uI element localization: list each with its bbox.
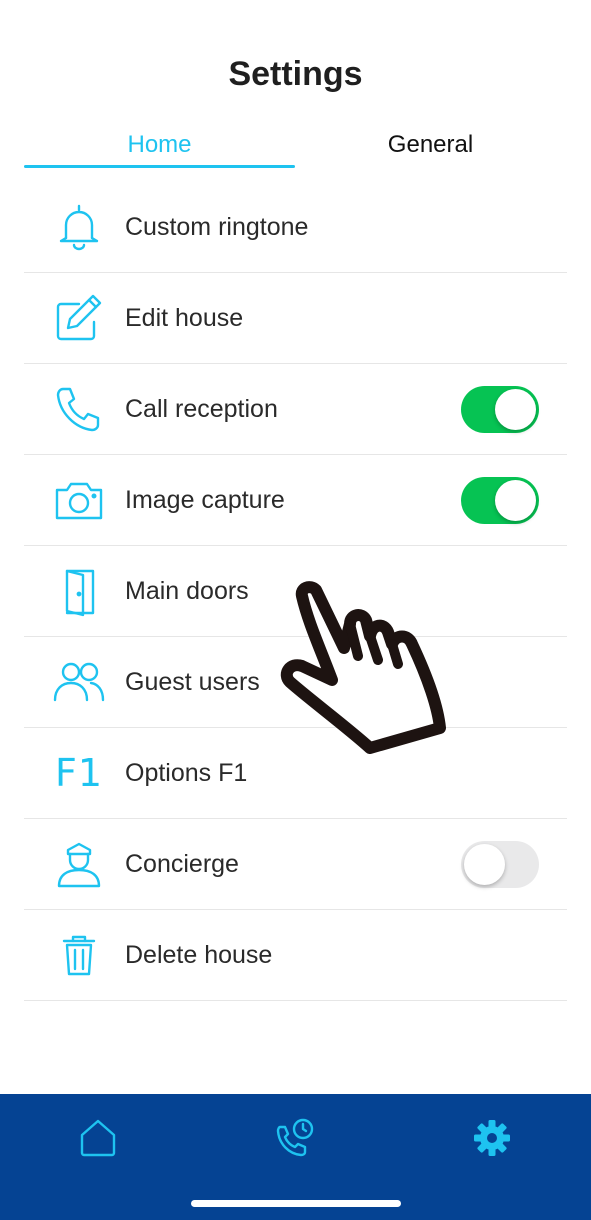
call-reception-toggle[interactable]: [461, 386, 539, 433]
concierge-toggle[interactable]: [461, 841, 539, 888]
tab-home[interactable]: Home: [24, 128, 295, 168]
nav-settings-button[interactable]: [462, 1110, 522, 1166]
toggle-knob: [495, 389, 536, 430]
settings-item-options-f1[interactable]: F1 Options F1: [24, 728, 567, 819]
tab-general[interactable]: General: [295, 128, 566, 168]
call-history-icon: [276, 1118, 314, 1157]
settings-item-guest-users[interactable]: Guest users: [24, 637, 567, 728]
page-title: Settings: [228, 55, 363, 93]
phone-icon: [50, 385, 108, 433]
settings-item-image-capture[interactable]: Image capture: [24, 455, 567, 546]
settings-item-label: Guest users: [125, 668, 260, 696]
f1-icon: F1: [54, 751, 104, 795]
settings-item-main-doors[interactable]: Main doors: [24, 546, 567, 637]
settings-item-call-reception[interactable]: Call reception: [24, 364, 567, 455]
active-tab-indicator: [24, 165, 295, 168]
settings-item-label: Custom ringtone: [125, 213, 309, 241]
settings-item-label: Main doors: [125, 577, 249, 605]
settings-item-label: Edit house: [125, 304, 244, 332]
trash-icon: [50, 931, 108, 979]
settings-item-custom-ringtone[interactable]: Custom ringtone: [24, 182, 567, 273]
camera-icon: [50, 476, 108, 524]
edit-icon: [50, 294, 108, 342]
nav-home-button[interactable]: [68, 1110, 128, 1166]
settings-item-label: Call reception: [125, 395, 278, 423]
settings-screen: Settings Home General Custom ringtone Ed…: [0, 0, 591, 1220]
home-icon: [80, 1119, 116, 1157]
settings-item-label: Image capture: [125, 486, 285, 514]
settings-item-label: Delete house: [125, 941, 273, 969]
home-indicator-bar[interactable]: [191, 1200, 401, 1207]
settings-list: Custom ringtone Edit house Call receptio…: [24, 182, 567, 1001]
toggle-knob: [464, 844, 505, 885]
bell-icon: [50, 203, 108, 251]
settings-item-concierge[interactable]: Concierge: [24, 819, 567, 910]
door-icon: [50, 567, 108, 617]
tab-bar: Home General: [24, 128, 567, 170]
gear-icon: [474, 1120, 510, 1156]
nav-call-history-button[interactable]: [265, 1110, 325, 1166]
toggle-knob: [495, 480, 536, 521]
users-icon: [50, 658, 108, 706]
settings-item-delete-house[interactable]: Delete house: [24, 910, 567, 1001]
image-capture-toggle[interactable]: [461, 477, 539, 524]
concierge-icon: [50, 840, 108, 888]
settings-item-label: Concierge: [125, 850, 239, 878]
settings-item-label: Options F1: [125, 759, 248, 787]
settings-item-edit-house[interactable]: Edit house: [24, 273, 567, 364]
